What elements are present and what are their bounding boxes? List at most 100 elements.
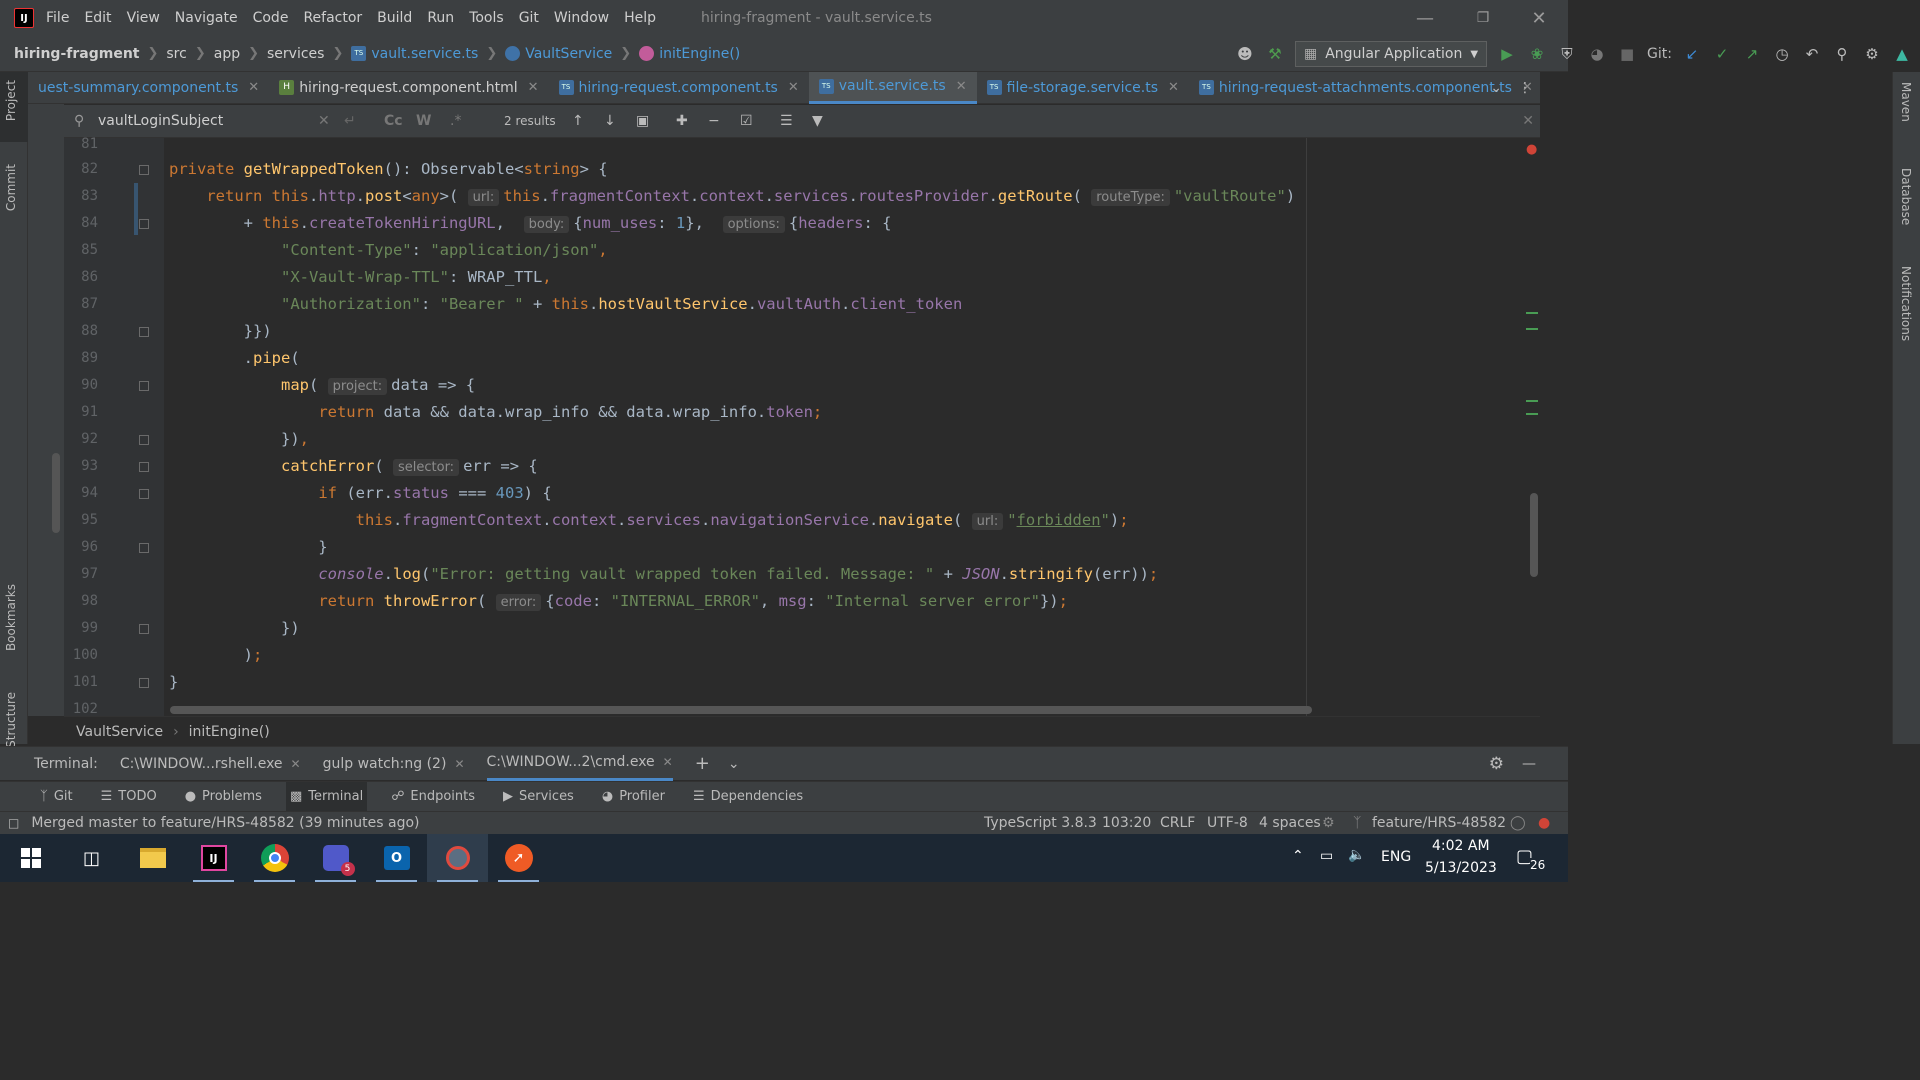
menu-build[interactable]: Build	[377, 10, 412, 26]
nav-app[interactable]: app	[214, 46, 240, 62]
match-case-toggle[interactable]: Cc	[384, 113, 403, 129]
profile-icon[interactable]: ◕	[1587, 44, 1607, 64]
close-tab-icon[interactable]: ✕	[454, 757, 464, 771]
tool-maven[interactable]: Maven	[1899, 82, 1913, 122]
fold-marker[interactable]	[139, 327, 149, 337]
tool-problems[interactable]: ● Problems	[181, 782, 266, 812]
tool-structure[interactable]: Structure	[4, 692, 18, 748]
file-explorer-icon[interactable]	[122, 834, 183, 882]
filter-icon[interactable]: ▼	[812, 113, 823, 129]
tool-git[interactable]: ᛉ Git	[36, 782, 77, 812]
error-report-icon[interactable]: ●	[1538, 815, 1550, 831]
status-caret-position[interactable]: 103:20	[1102, 815, 1151, 831]
clock-time[interactable]: 4:02 AM	[1432, 838, 1490, 854]
language-indicator[interactable]: ENG	[1381, 849, 1411, 865]
status-branch[interactable]: feature/HRS-48582	[1372, 815, 1506, 831]
close-tab-icon[interactable]: ✕	[248, 80, 259, 95]
user-icon[interactable]: ☻	[1235, 44, 1255, 64]
fold-marker[interactable]	[139, 165, 149, 175]
close-tab-icon[interactable]: ✕	[956, 79, 967, 94]
panel-scrollbar[interactable]	[52, 453, 60, 533]
fold-marker[interactable]	[139, 462, 149, 472]
more-options-icon[interactable]: ⋮	[1518, 80, 1532, 96]
hide-terminal-icon[interactable]: —	[1522, 756, 1536, 772]
find-input[interactable]: vaultLoginSubject	[98, 113, 318, 129]
terminal-settings-gear-icon[interactable]: ⚙	[1489, 754, 1504, 774]
chrome-icon[interactable]	[244, 834, 305, 882]
tool-profiler[interactable]: ◕ Profiler	[598, 782, 669, 812]
tool-notifications[interactable]: Notifications	[1899, 266, 1913, 341]
close-find-icon[interactable]: ✕	[1522, 113, 1534, 129]
nav-class[interactable]: VaultService	[505, 46, 612, 62]
intellij-taskbar-icon[interactable]: IJ	[183, 834, 244, 882]
status-language[interactable]: TypeScript 3.8.3	[984, 815, 1097, 831]
terminal-tab-cmd[interactable]: C:\WINDOW...2\cmd.exe ✕	[486, 747, 673, 781]
regex-toggle[interactable]: .*	[450, 113, 461, 129]
settings-gear-icon[interactable]: ⚙	[1862, 44, 1882, 64]
search-options-icon[interactable]: ☰	[780, 113, 793, 129]
postman-icon[interactable]: ➚	[488, 834, 549, 882]
change-marker[interactable]	[1526, 328, 1538, 330]
git-update-icon[interactable]: ↙	[1682, 44, 1702, 64]
horizontal-scrollbar[interactable]	[170, 706, 1312, 714]
battery-icon[interactable]: ▭	[1320, 848, 1333, 864]
nav-method[interactable]: initEngine()	[639, 46, 740, 62]
breadcrumb-class[interactable]: VaultService	[76, 724, 163, 740]
tool-todo[interactable]: ☰ TODO	[97, 782, 161, 812]
add-selection-icon[interactable]: ✚	[676, 113, 688, 129]
teams-icon[interactable]: 5	[305, 834, 366, 882]
run-configuration-select[interactable]: ▦ Angular Application ▼	[1295, 41, 1488, 67]
fold-marker[interactable]	[139, 543, 149, 553]
replace-toggle-icon[interactable]: ↵	[344, 113, 356, 129]
menu-tools[interactable]: Tools	[469, 10, 504, 26]
history-clock-icon[interactable]: ◷	[1772, 44, 1792, 64]
menu-code[interactable]: Code	[253, 10, 289, 26]
tabs-dropdown-icon[interactable]: ⌄	[1490, 80, 1502, 96]
build-hammer-icon[interactable]: ⚒	[1265, 44, 1285, 64]
error-indicator-icon[interactable]: ●	[1526, 142, 1537, 157]
rollback-icon[interactable]: ↶	[1802, 44, 1822, 64]
menu-help[interactable]: Help	[624, 10, 656, 26]
task-view-icon[interactable]: ◫	[61, 834, 122, 882]
select-all-icon[interactable]: ☑	[740, 113, 753, 129]
vertical-scrollbar[interactable]	[1530, 493, 1538, 577]
tab-file-storage[interactable]: TS file-storage.service.ts ✕	[977, 72, 1189, 104]
status-line-separator[interactable]: CRLF	[1160, 815, 1195, 831]
tool-dependencies[interactable]: ☰ Dependencies	[689, 782, 807, 812]
menu-refactor[interactable]: Refactor	[303, 10, 362, 26]
tool-services[interactable]: ▶ Services	[499, 782, 578, 812]
menu-file[interactable]: File	[46, 10, 69, 26]
menu-navigate[interactable]: Navigate	[175, 10, 238, 26]
change-marker[interactable]	[1526, 312, 1538, 314]
fold-marker[interactable]	[139, 624, 149, 634]
menu-run[interactable]: Run	[427, 10, 454, 26]
menu-edit[interactable]: Edit	[84, 10, 111, 26]
menu-view[interactable]: View	[127, 10, 160, 26]
clear-search-icon[interactable]: ✕	[318, 113, 330, 129]
breadcrumb-method[interactable]: initEngine()	[189, 724, 270, 740]
run-icon[interactable]: ▶	[1497, 44, 1517, 64]
terminal-tab-powershell[interactable]: C:\WINDOW...rshell.exe ✕	[120, 747, 301, 781]
tool-commit[interactable]: Commit	[4, 164, 18, 211]
close-window-button[interactable]: ✕	[1514, 0, 1564, 36]
restore-button[interactable]: ❐	[1458, 0, 1508, 36]
close-tab-icon[interactable]: ✕	[528, 80, 539, 95]
status-indent[interactable]: 4 spaces	[1259, 815, 1321, 831]
tool-terminal[interactable]: ▩ Terminal	[285, 781, 368, 812]
git-client-icon[interactable]	[427, 834, 488, 882]
stop-icon[interactable]: ■	[1617, 44, 1637, 64]
code-editor[interactable]: private getWrappedToken(): Observable<st…	[164, 138, 1522, 716]
start-windows-icon[interactable]	[0, 834, 61, 882]
fold-marker[interactable]	[139, 219, 149, 229]
next-occurrence-icon[interactable]: ↓	[604, 113, 616, 129]
tool-database[interactable]: Database	[1899, 168, 1913, 225]
volume-icon[interactable]: 🔈	[1348, 847, 1365, 863]
lock-icon[interactable]: ◯	[1510, 815, 1526, 831]
tool-project[interactable]: Project	[4, 80, 18, 121]
close-tab-icon[interactable]: ✕	[663, 755, 673, 769]
minimize-button[interactable]: —	[1400, 0, 1450, 36]
terminal-tab-gulp[interactable]: gulp watch:ng (2) ✕	[323, 747, 465, 781]
status-message[interactable]: Merged master to feature/HRS-48582 (39 m…	[31, 815, 419, 831]
tab-request-summary[interactable]: uest-summary.component.ts ✕	[28, 72, 269, 104]
tab-hiring-request-html[interactable]: Hhiring-request.component.html ✕	[269, 72, 548, 104]
